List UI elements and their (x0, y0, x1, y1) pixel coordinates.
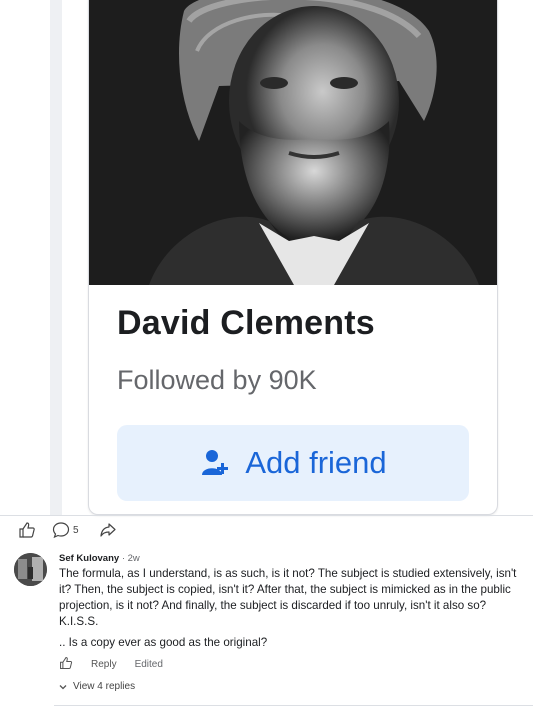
thumbs-up-icon (60, 657, 73, 669)
like-button[interactable] (18, 521, 36, 539)
followers-count: Followed by 90K (117, 365, 317, 395)
post-action-bar: 5 (0, 517, 533, 547)
avatar-image (14, 553, 47, 586)
commenter-avatar[interactable] (14, 553, 47, 586)
comment-action-row: Reply Edited (59, 656, 163, 673)
add-friend-label: Add friend (245, 445, 387, 480)
profile-photo[interactable] (89, 0, 497, 285)
bottom-divider (54, 705, 533, 706)
comment-edited-label: Edited (134, 659, 163, 670)
comment-time[interactable]: 2w (128, 553, 140, 564)
portrait-image (89, 0, 497, 285)
left-gutter (0, 0, 50, 515)
comment-separator: · (119, 553, 128, 564)
profile-suggestion-card[interactable]: David Clements Followed by 90K Add frien… (88, 0, 498, 515)
share-arrow-icon (100, 523, 116, 537)
feed-page: David Clements Followed by 90K Add frien… (0, 0, 533, 709)
left-gutter-strip (50, 0, 62, 515)
comment-count: 5 (73, 524, 79, 536)
comment-button[interactable]: 5 (52, 521, 79, 539)
view-replies-label: View 4 replies (73, 681, 136, 692)
profile-name[interactable]: David Clements (117, 304, 375, 343)
add-person-icon (202, 450, 229, 475)
chevron-down-icon (59, 684, 67, 689)
card-divider (0, 515, 533, 516)
comment-bubble-icon (52, 522, 70, 539)
comment-text-second-paragraph: .. Is a copy ever as good as the origina… (59, 636, 268, 649)
comment-text: The formula, as I understand, is as such… (59, 567, 517, 628)
add-friend-button[interactable]: Add friend (117, 425, 469, 501)
comment-header: Sef Kulovany · 2w (59, 553, 140, 564)
view-replies-button[interactable]: View 4 replies (59, 681, 135, 692)
comment-like-button[interactable] (59, 656, 73, 673)
comment-reply-button[interactable]: Reply (91, 659, 117, 670)
thumbs-up-icon (19, 522, 35, 538)
share-button[interactable] (99, 521, 117, 539)
comment-author[interactable]: Sef Kulovany (59, 553, 119, 564)
